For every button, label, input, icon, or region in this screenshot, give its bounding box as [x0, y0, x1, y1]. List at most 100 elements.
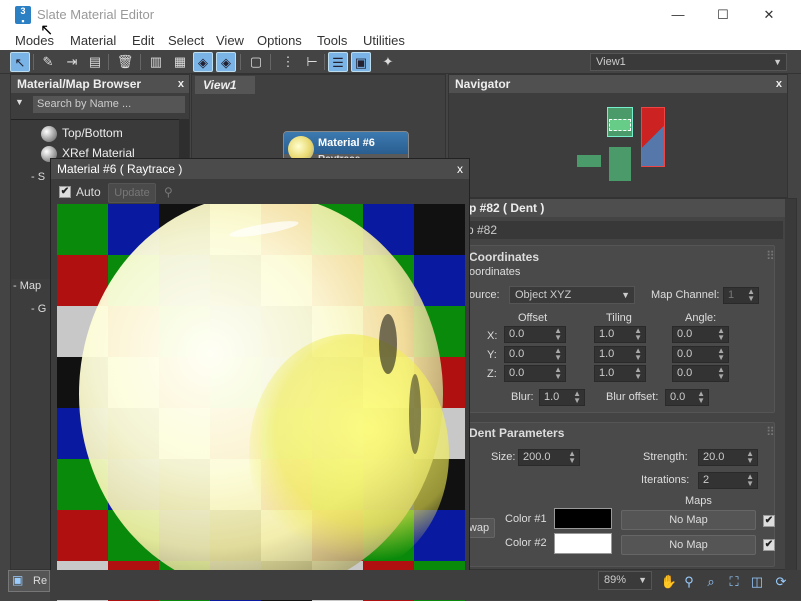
color1-swatch[interactable] [554, 508, 612, 529]
toolbar: ↖ ✎ ⇥ ▤ 🗑 ▥ ▦ ◈ ◈ ▢ ⋮ ⊢ ☰ ▣ ✦ View1 ▼ [0, 50, 801, 74]
view-dropdown[interactable]: View1 ▼ [590, 53, 787, 71]
strength-label: Strength: [643, 451, 688, 463]
offset-y-spinner[interactable]: 0.0 ▲ ▼ [504, 346, 566, 363]
pan-icon[interactable]: ✋ [660, 573, 678, 591]
strength-spinner[interactable]: 20.0 ▲ ▼ [698, 449, 758, 466]
maximize-button[interactable]: ☐ [700, 0, 746, 30]
select-by-material-icon[interactable]: ✦ [378, 52, 398, 72]
blur-offset-spinner[interactable]: 0.0 ▲ ▼ [665, 389, 709, 406]
map-name-field[interactable]: p #82 [463, 221, 783, 239]
color1-map-checkbox[interactable]: ✔ [763, 515, 775, 527]
dent-parameters-header[interactable]: Dent Parameters [469, 426, 564, 440]
section-s[interactable]: - S [31, 171, 45, 183]
minimize-button[interactable]: — [655, 0, 701, 30]
navigator-panel: Navigator x [448, 74, 788, 198]
offset-z-value: 0.0 [509, 367, 525, 379]
render-view-icon[interactable]: ⟳ [772, 573, 790, 591]
put-material-icon[interactable]: ⇥ [62, 52, 82, 72]
source-dropdown[interactable]: Object XYZ ▼ [509, 286, 635, 304]
show-shaded-icon[interactable]: ◈ [193, 52, 213, 72]
color1-label: Color #1 [505, 513, 547, 525]
angle-z-value: 0.0 [677, 367, 693, 379]
color2-label: Color #2 [505, 537, 547, 549]
zoom-region-icon[interactable]: ⌕ [702, 573, 720, 591]
window-title: Slate Material Editor [37, 7, 155, 22]
material-sphere [79, 204, 449, 594]
assign-material-icon[interactable]: ▤ [85, 52, 105, 72]
color2-map-button[interactable]: No Map [621, 535, 756, 555]
map-channel-spinner[interactable]: 1 ▲ ▼ [723, 287, 759, 304]
offset-x-spinner[interactable]: 0.0 ▲ ▼ [504, 326, 566, 343]
section-maps[interactable]: - Map [13, 280, 41, 292]
auto-checkbox[interactable]: ✔ [59, 186, 71, 198]
tiling-x-spinner[interactable]: 1.0 ▲ ▼ [594, 326, 646, 343]
scrollbar[interactable] [785, 199, 796, 571]
dent-title: p #82 ( Dent )x [463, 199, 796, 217]
select-tool-icon[interactable]: ↖ [10, 52, 30, 72]
pick-material-icon[interactable]: ✎ [38, 52, 58, 72]
tiling-z-spinner[interactable]: 1.0 ▲ ▼ [594, 365, 646, 382]
update-button[interactable]: Update [108, 183, 156, 203]
sample-type-icon[interactable]: ▢ [246, 52, 266, 72]
zoom-extents-icon[interactable]: ⛶ [725, 573, 743, 591]
offset-z-spinner[interactable]: 0.0 ▲ ▼ [504, 365, 566, 382]
chevron-down-icon: ▼ [773, 57, 782, 67]
menu-utilities[interactable]: Utilities [363, 33, 405, 48]
angle-y-value: 0.0 [677, 348, 693, 360]
menu-view[interactable]: View [216, 33, 244, 48]
navigator-close-button[interactable]: x [776, 75, 782, 93]
browser-title-text: Material/Map Browser [17, 77, 142, 91]
list-item[interactable]: Top/Bottom [41, 123, 123, 143]
axis-x-label: X: [487, 330, 498, 342]
color1-map-button[interactable]: No Map [621, 510, 756, 530]
menu-select[interactable]: Select [168, 33, 204, 48]
show-background-icon[interactable]: ◈ [216, 52, 236, 72]
nav-viewport[interactable] [609, 119, 631, 131]
zoom-selected-icon[interactable]: ◫ [748, 573, 766, 591]
angle-z-spinner[interactable]: 0.0 ▲ ▼ [672, 365, 729, 382]
move-children-icon[interactable]: ▥ [146, 52, 166, 72]
map-channel-label: Map Channel: [651, 289, 720, 301]
material-sphere-icon [41, 125, 57, 142]
close-button[interactable]: ✕ [746, 0, 792, 30]
search-input[interactable]: Search by Name ... [33, 96, 185, 113]
grip-icon: ⠿ [766, 249, 775, 263]
zoom-icon[interactable]: ⚲ [680, 573, 698, 591]
menu-tools[interactable]: Tools [317, 33, 347, 48]
zoom-dropdown[interactable]: 89% ▼ [598, 571, 652, 590]
navigator-title: Navigator x [449, 75, 787, 93]
preview-close-button[interactable]: x [457, 159, 463, 179]
menu-options[interactable]: Options [257, 33, 302, 48]
color2-map-checkbox[interactable]: ✔ [763, 539, 775, 551]
color2-swatch[interactable] [554, 533, 612, 554]
tab-view1[interactable]: View1 [195, 76, 255, 94]
blur-offset-label: Blur offset: [606, 391, 659, 403]
section-g[interactable]: - G [31, 303, 46, 315]
preview-title-bar: Material #6 ( Raytrace ) x [51, 159, 469, 179]
delete-icon[interactable]: 🗑 [115, 52, 135, 72]
show-map-icon[interactable]: ▦ [170, 52, 190, 72]
menu-edit[interactable]: Edit [132, 33, 154, 48]
layout-children-icon[interactable]: ⊢ [302, 52, 322, 72]
menu-material[interactable]: Material [70, 33, 116, 48]
angle-label: Angle: [685, 312, 717, 324]
material-map-browser-icon[interactable]: ☰ [328, 52, 348, 72]
collapse-icon[interactable]: ▼ [15, 97, 24, 107]
section-s-label: S [37, 171, 46, 183]
coordinates-header[interactable]: Coordinates [469, 250, 539, 264]
parameter-editor-icon[interactable]: ▣ [351, 52, 371, 72]
map-channel-value: 1 [728, 289, 735, 301]
browser-close-button[interactable]: x [178, 75, 184, 93]
layout-all-icon[interactable]: ⋮ [278, 52, 298, 72]
view-dropdown-value: View1 [596, 56, 626, 68]
iterations-spinner[interactable]: 2 ▲ ▼ [698, 472, 758, 489]
mouse-cursor-icon: ↖ [40, 22, 54, 39]
size-value: 200.0 [523, 451, 551, 463]
tiling-y-spinner[interactable]: 1.0 ▲ ▼ [594, 346, 646, 363]
angle-x-spinner[interactable]: 0.0 ▲ ▼ [672, 326, 729, 343]
lock-icon[interactable]: ⚲ [164, 185, 173, 199]
size-spinner[interactable]: 200.0 ▲ ▼ [518, 449, 580, 466]
maps-label: Maps [685, 495, 712, 507]
angle-y-spinner[interactable]: 0.0 ▲ ▼ [672, 346, 729, 363]
blur-spinner[interactable]: 1.0 ▲ ▼ [539, 389, 585, 406]
